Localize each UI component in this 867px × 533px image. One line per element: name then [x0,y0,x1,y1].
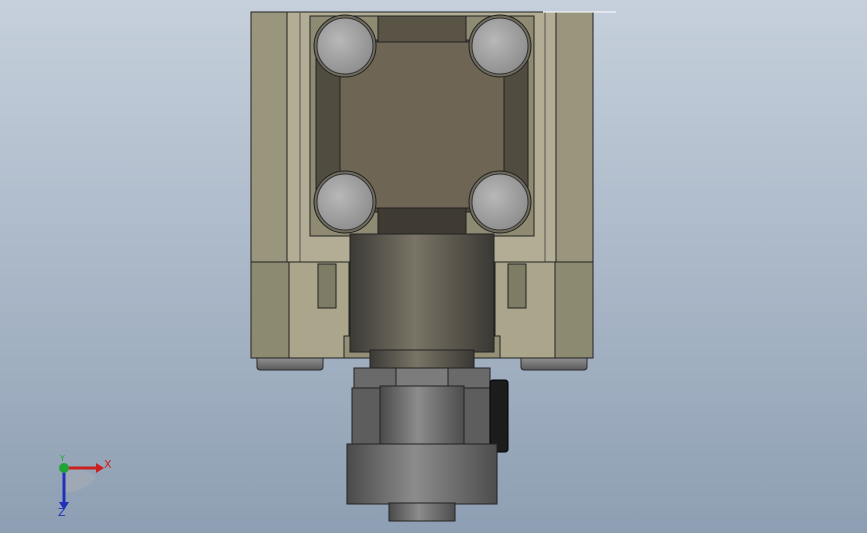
triad-plane [64,468,96,493]
bolt-bottom-right [468,170,532,234]
face-bottom-tab [377,205,467,235]
slot-right [507,263,527,309]
cad-model-view[interactable] [0,0,867,533]
body-left-side [250,11,288,263]
coil-stem [388,502,456,522]
slot-left [317,263,337,309]
coil-cap-center [395,367,449,387]
x-axis-label: X [104,458,112,471]
body-right-side [555,11,594,263]
lower-right-block [554,261,594,359]
coil-base [346,443,498,505]
coil-core [379,385,465,449]
cylinder-neck [369,349,475,369]
connector-knob [489,379,509,453]
bolt-top-left [313,14,377,78]
face-top-tab [377,15,467,43]
bolt-top-right [468,14,532,78]
central-cylinder [349,233,495,353]
y-axis-dot [59,463,69,473]
y-axis-label: Y [60,454,65,463]
axis-triad[interactable]: X Y Z [40,452,120,522]
graphics-viewport[interactable]: X Y Z [0,0,867,533]
lower-left-block [250,261,290,359]
z-axis-label: Z [58,506,66,519]
bolt-bottom-left [313,170,377,234]
x-axis-arrow [96,463,104,473]
